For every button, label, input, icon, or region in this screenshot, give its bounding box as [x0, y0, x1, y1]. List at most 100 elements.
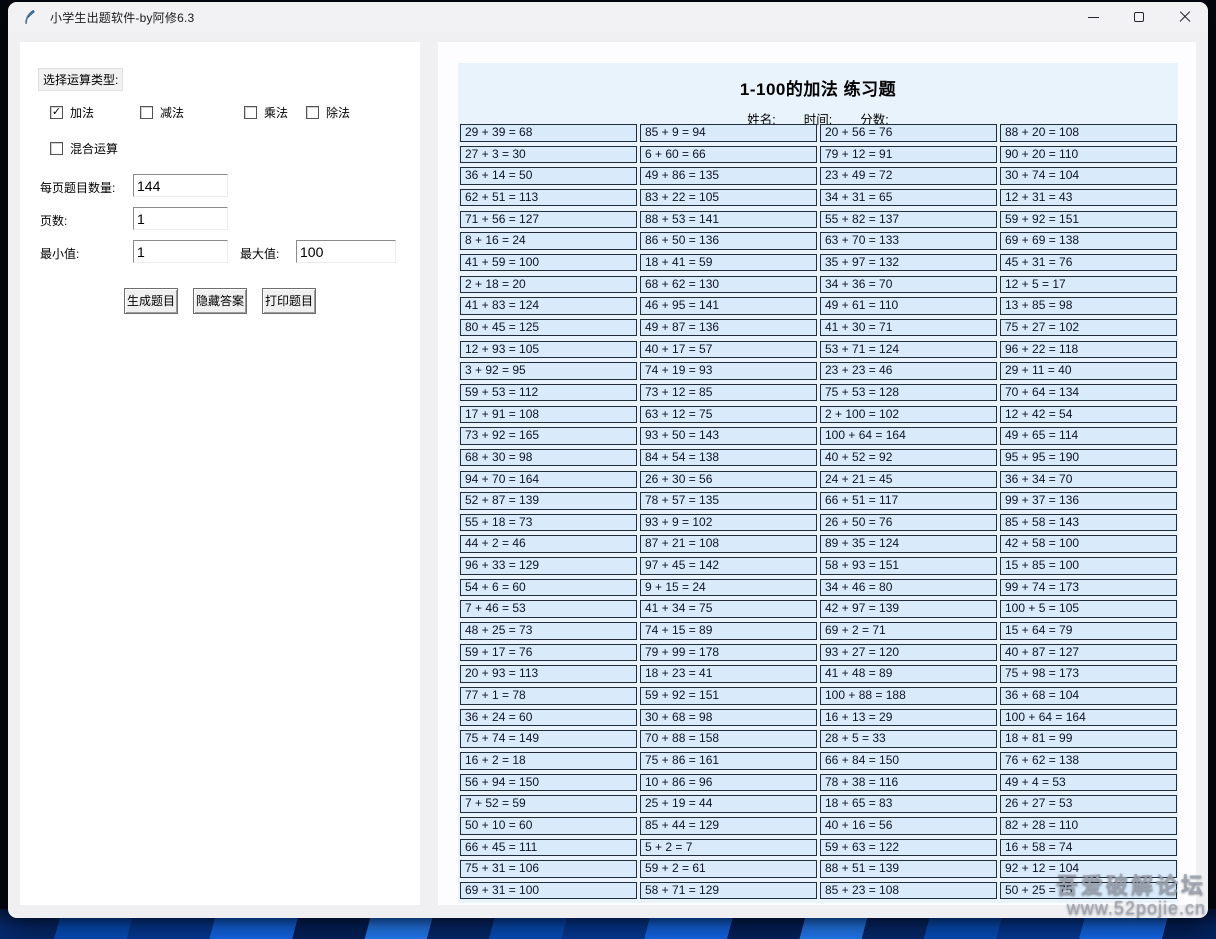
- python-feather-icon: [22, 9, 38, 25]
- problem-cell: 20 + 56 = 76: [820, 124, 997, 142]
- problem-cell: 62 + 51 = 113: [460, 189, 637, 207]
- max-value-input[interactable]: [296, 240, 396, 263]
- problem-cell: 69 + 31 = 100: [460, 882, 637, 900]
- window-title: 小学生出题软件-by阿修6.3: [50, 9, 194, 26]
- problem-cell: 23 + 49 = 72: [820, 167, 997, 185]
- problem-cell: 86 + 50 = 136: [640, 232, 817, 250]
- problem-cell: 40 + 87 = 127: [1000, 644, 1177, 662]
- problem-cell: 27 + 3 = 30: [460, 146, 637, 164]
- problem-cell: 75 + 74 = 149: [460, 730, 637, 748]
- checkbox-multiplication-label: 乘法: [264, 104, 288, 121]
- problem-cell: 53 + 71 = 124: [820, 341, 997, 359]
- min-value-input[interactable]: [133, 240, 228, 263]
- problem-cell: 85 + 9 = 94: [640, 124, 817, 142]
- problem-cell: 6 + 60 = 66: [640, 146, 817, 164]
- problem-cell: 59 + 53 = 112: [460, 384, 637, 402]
- problem-cell: 78 + 57 = 135: [640, 492, 817, 510]
- checkbox-multiplication[interactable]: 乘法: [244, 104, 288, 121]
- problem-cell: 68 + 62 = 130: [640, 276, 817, 294]
- problem-cell: 93 + 27 = 120: [820, 644, 997, 662]
- per-page-count-input[interactable]: [133, 174, 228, 197]
- problem-cell: 10 + 86 = 96: [640, 774, 817, 792]
- problem-cell: 74 + 15 = 89: [640, 622, 817, 640]
- generate-button[interactable]: 生成题目: [124, 288, 178, 314]
- problem-cell: 99 + 74 = 173: [1000, 579, 1177, 597]
- problem-cell: 41 + 30 = 71: [820, 319, 997, 337]
- problem-cell: 26 + 30 = 56: [640, 471, 817, 489]
- problem-cell: 8 + 16 = 24: [460, 232, 637, 250]
- page-count-input[interactable]: [133, 207, 228, 230]
- problem-cell: 55 + 82 = 137: [820, 211, 997, 229]
- problem-cell: 36 + 68 = 104: [1000, 687, 1177, 705]
- problem-cell: 15 + 64 = 79: [1000, 622, 1177, 640]
- problem-cell: 42 + 97 = 139: [820, 600, 997, 618]
- titlebar: 小学生出题软件-by阿修6.3: [8, 2, 1208, 32]
- problem-cell: 59 + 92 = 151: [640, 687, 817, 705]
- maximize-button[interactable]: [1116, 2, 1162, 32]
- problem-cell: 70 + 88 = 158: [640, 730, 817, 748]
- close-icon: [1179, 11, 1191, 23]
- worksheet: 1-100的加法 练习题 姓名: 时间: 分数: 29 + 39 = 6827 …: [458, 63, 1178, 903]
- checkbox-subtraction-label: 减法: [160, 104, 184, 121]
- checkbox-subtraction[interactable]: 减法: [140, 104, 184, 121]
- problem-cell: 41 + 83 = 124: [460, 297, 637, 315]
- problem-cell: 73 + 12 = 85: [640, 384, 817, 402]
- problem-cell: 30 + 68 = 98: [640, 709, 817, 727]
- checkbox-subtraction-box: [140, 106, 153, 119]
- problem-cell: 15 + 85 = 100: [1000, 557, 1177, 575]
- problem-cell: 94 + 70 = 164: [460, 471, 637, 489]
- problem-cell: 75 + 27 = 102: [1000, 319, 1177, 337]
- problem-cell: 26 + 27 = 53: [1000, 795, 1177, 813]
- problem-cell: 42 + 58 = 100: [1000, 535, 1177, 553]
- problem-cell: 68 + 30 = 98: [460, 449, 637, 467]
- watermark: 吾爱破解论坛 www.52pojie.cn: [1056, 873, 1206, 919]
- minimize-icon: [1088, 17, 1099, 18]
- problem-cell: 18 + 23 = 41: [640, 665, 817, 683]
- print-button[interactable]: 打印题目: [262, 288, 316, 314]
- problem-cell: 96 + 33 = 129: [460, 557, 637, 575]
- problem-cell: 66 + 84 = 150: [820, 752, 997, 770]
- problem-cell: 16 + 58 = 74: [1000, 839, 1177, 857]
- checkbox-mixed[interactable]: 混合运算: [50, 140, 118, 157]
- problem-cell: 88 + 53 = 141: [640, 211, 817, 229]
- problem-cell: 49 + 61 = 110: [820, 297, 997, 315]
- problem-cell: 80 + 45 = 125: [460, 319, 637, 337]
- problem-cell: 73 + 92 = 165: [460, 427, 637, 445]
- problem-cell: 16 + 2 = 18: [460, 752, 637, 770]
- problem-grid: 29 + 39 = 6827 + 3 = 3036 + 14 = 5062 + …: [460, 122, 1177, 902]
- problem-cell: 44 + 2 = 46: [460, 535, 637, 553]
- problem-cell: 45 + 31 = 76: [1000, 254, 1177, 272]
- problem-cell: 13 + 85 = 98: [1000, 297, 1177, 315]
- watermark-line2: www.52pojie.cn: [1056, 898, 1206, 919]
- problem-cell: 95 + 95 = 190: [1000, 449, 1177, 467]
- problem-cell: 82 + 28 = 110: [1000, 817, 1177, 835]
- problem-cell: 49 + 4 = 53: [1000, 774, 1177, 792]
- problem-cell: 55 + 18 = 73: [460, 514, 637, 532]
- problem-cell: 100 + 64 = 164: [1000, 709, 1177, 727]
- checkbox-multiplication-box: [244, 106, 257, 119]
- problem-cell: 59 + 17 = 76: [460, 644, 637, 662]
- checkbox-addition-label: 加法: [70, 104, 94, 121]
- checkbox-addition-box: ✓: [50, 106, 63, 119]
- minimize-button[interactable]: [1070, 2, 1116, 32]
- problem-cell: 52 + 87 = 139: [460, 492, 637, 510]
- problem-cell: 66 + 51 = 117: [820, 492, 997, 510]
- problem-cell: 34 + 36 = 70: [820, 276, 997, 294]
- problem-cell: 100 + 88 = 188: [820, 687, 997, 705]
- checkbox-addition[interactable]: ✓ 加法: [50, 104, 94, 121]
- problem-cell: 49 + 65 = 114: [1000, 427, 1177, 445]
- problem-cell: 88 + 51 = 139: [820, 860, 997, 878]
- problem-cell: 75 + 31 = 106: [460, 860, 637, 878]
- close-button[interactable]: [1162, 2, 1208, 32]
- problem-cell: 9 + 15 = 24: [640, 579, 817, 597]
- hide-answers-button[interactable]: 隐藏答案: [193, 288, 247, 314]
- problem-cell: 26 + 50 = 76: [820, 514, 997, 532]
- problem-cell: 99 + 37 = 136: [1000, 492, 1177, 510]
- problem-cell: 29 + 11 = 40: [1000, 362, 1177, 380]
- checkbox-division[interactable]: 除法: [306, 104, 350, 121]
- problem-cell: 20 + 93 = 113: [460, 665, 637, 683]
- problem-cell: 2 + 100 = 102: [820, 406, 997, 424]
- problem-cell: 63 + 70 = 133: [820, 232, 997, 250]
- problem-cell: 28 + 5 = 33: [820, 730, 997, 748]
- problem-cell: 35 + 97 = 132: [820, 254, 997, 272]
